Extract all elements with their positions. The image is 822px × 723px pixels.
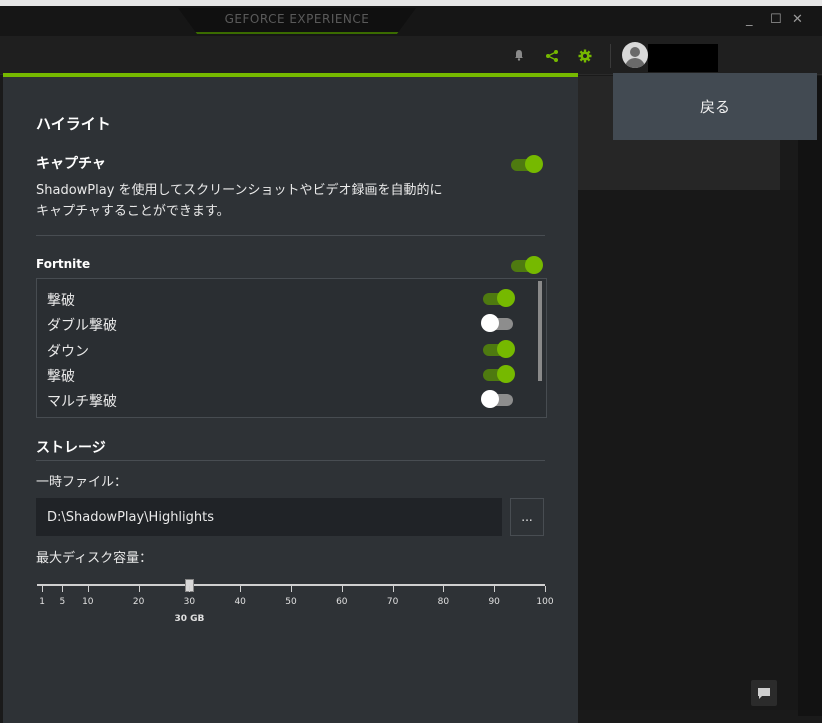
slider-tick-label-1: 5 <box>59 597 66 607</box>
slider-tick-1 <box>62 586 64 592</box>
slider-tick-5 <box>240 586 242 592</box>
slider-tick-label-4: 30 <box>183 597 196 607</box>
event-label-1: ダブル撃破 <box>47 318 117 334</box>
slider-tick-label-5: 40 <box>234 597 246 607</box>
gear-icon[interactable] <box>578 49 592 63</box>
event-toggle-4[interactable] <box>481 390 513 408</box>
background-area <box>578 190 798 710</box>
panel-accent-line <box>3 73 578 77</box>
top-edge <box>0 0 822 6</box>
page-scrollbar[interactable] <box>798 76 822 716</box>
username-redacted[interactable] <box>648 44 718 72</box>
disk-size-value: 30 GB <box>174 614 205 624</box>
event-label-3: 撃破 <box>47 369 75 385</box>
temp-files-label: 一時ファイル： <box>36 475 128 490</box>
minimize-button[interactable]: _ <box>746 12 753 27</box>
game-name: Fortnite <box>36 257 91 271</box>
capture-description-line1: ShadowPlay を使用してスクリーンショットやビデオ録画を自動的に <box>36 183 443 198</box>
feedback-button[interactable] <box>751 680 777 706</box>
slider-tick-7 <box>341 586 343 592</box>
slider-tick-label-6: 50 <box>285 597 297 607</box>
chat-icon <box>758 688 770 699</box>
storage-divider <box>36 460 545 461</box>
highlights-settings-panel: ハイライト キャプチャ ShadowPlay を使用してスクリーンショットやビデ… <box>3 73 578 723</box>
highlights-title: ハイライト <box>36 115 111 133</box>
slider-tick-4 <box>189 586 191 592</box>
bell-icon[interactable] <box>513 49 525 61</box>
capture-description-line2: キャプチャすることができます。 <box>36 204 230 219</box>
max-disk-label: 最大ディスク容量： <box>36 551 153 566</box>
share-icon[interactable] <box>545 49 559 63</box>
slider-tick-label-8: 70 <box>386 597 399 607</box>
slider-tick-6 <box>291 586 292 592</box>
slider-tick-label-11: 100 <box>536 597 554 607</box>
title-tab: GEFORCE EXPERIENCE <box>178 8 416 34</box>
event-label-0: 撃破 <box>47 293 75 309</box>
storage-title: ストレージ <box>36 440 106 456</box>
avatar-icon[interactable] <box>622 42 648 68</box>
slider-tick-label-3: 20 <box>132 597 145 607</box>
list-scrollbar[interactable] <box>538 281 542 381</box>
slider-tick-10 <box>494 586 496 592</box>
slider-tick-label-9: 80 <box>437 597 450 607</box>
event-label-2: ダウン <box>47 344 89 360</box>
capture-title: キャプチャ <box>36 156 106 172</box>
back-button[interactable]: 戻る <box>613 73 817 140</box>
slider-tick-11 <box>545 586 546 592</box>
app-title: GEFORCE EXPERIENCE <box>224 12 370 26</box>
slider-tick-8 <box>392 586 394 592</box>
event-toggle-1[interactable] <box>481 314 513 332</box>
header-separator <box>610 44 611 68</box>
browse-button[interactable]: ... <box>510 498 544 536</box>
game-toggle[interactable] <box>511 256 543 274</box>
capture-toggle[interactable] <box>511 155 543 173</box>
slider-tick-0 <box>42 586 44 592</box>
slider-tick-label-10: 90 <box>488 597 500 607</box>
event-toggle-0[interactable] <box>483 289 515 307</box>
maximize-button[interactable]: ☐ <box>770 12 782 27</box>
highlight-events-list: 撃破 ダブル撃破 ダウン 撃破 マルチ撃破 <box>36 278 547 418</box>
slider-tick-label-0: 1 <box>39 597 45 607</box>
temp-path-field[interactable]: D:\ShadowPlay\Highlights <box>36 498 502 536</box>
slider-tick-3 <box>138 586 140 592</box>
slider-tick-label-2: 10 <box>82 597 94 607</box>
event-toggle-2[interactable] <box>483 340 515 358</box>
title-bar: GEFORCE EXPERIENCE _ ☐ ✕ <box>0 0 822 36</box>
slider-tick-9 <box>443 586 445 592</box>
close-button[interactable]: ✕ <box>792 12 803 27</box>
slider-tick-label-7: 60 <box>336 597 348 607</box>
divider <box>36 235 545 236</box>
slider-tick-2 <box>87 586 89 592</box>
event-label-4: マルチ撃破 <box>47 394 117 410</box>
event-toggle-3[interactable] <box>483 365 515 383</box>
